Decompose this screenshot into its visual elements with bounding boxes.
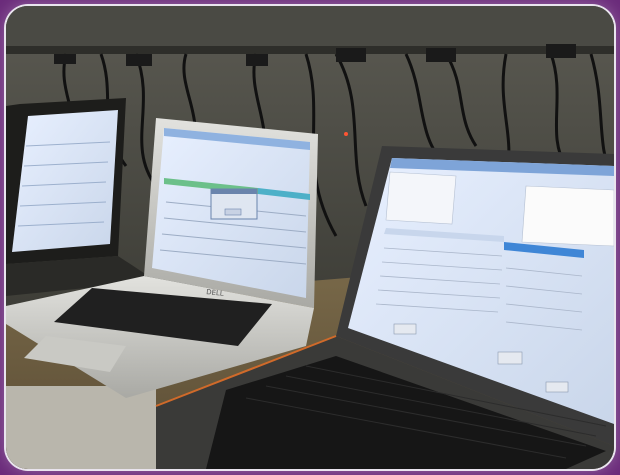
shelf xyxy=(6,6,614,52)
far-laptop-screen xyxy=(12,110,118,252)
photo-scene: DELL xyxy=(6,6,614,469)
shelf-edge xyxy=(6,46,614,54)
dialog-ok-button xyxy=(224,208,242,216)
power-led xyxy=(344,132,348,136)
photo-frame: DELL xyxy=(6,6,614,469)
tray xyxy=(6,386,156,469)
